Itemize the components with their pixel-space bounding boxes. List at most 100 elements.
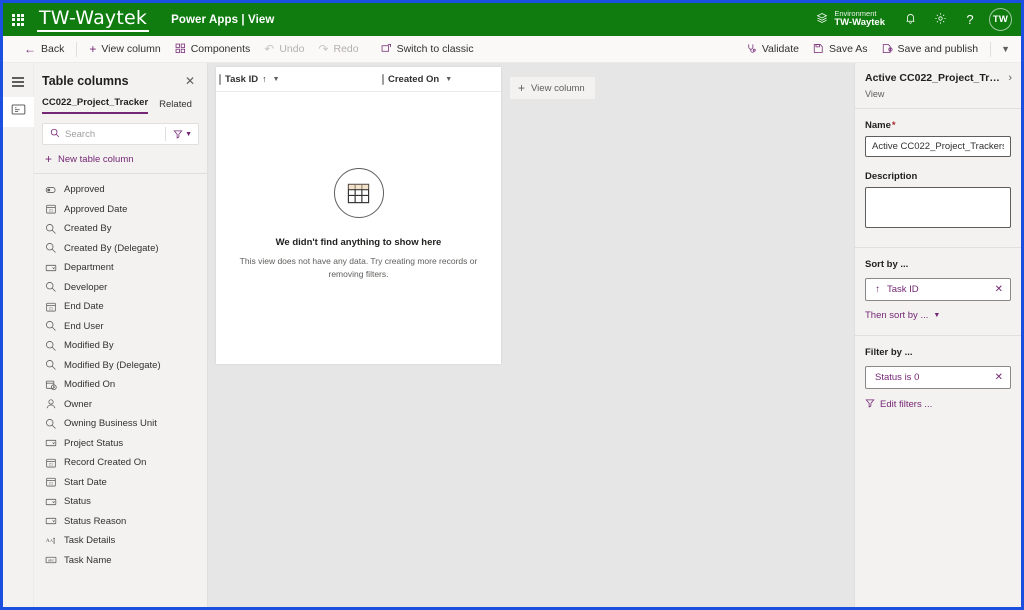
then-sort-by-button[interactable]: Then sort by ... ▼	[865, 310, 1011, 321]
name-input[interactable]	[865, 136, 1011, 157]
column-drag-handle[interactable]	[382, 73, 384, 85]
add-view-column-button[interactable]: + View column	[510, 77, 595, 99]
toggle-icon	[45, 184, 57, 196]
search-box[interactable]: ▼	[42, 123, 199, 145]
remove-filter-icon[interactable]: ✕	[993, 371, 1005, 385]
table-column-label: End User	[64, 320, 104, 332]
notifications-button[interactable]	[895, 3, 925, 36]
left-rail	[3, 63, 34, 607]
save-as-button[interactable]: Save As	[806, 40, 875, 59]
columns-filter-button[interactable]: ▼	[171, 129, 194, 139]
table-column-item[interactable]: Approved	[34, 180, 207, 200]
svg-text:abc: abc	[48, 558, 54, 563]
settings-button[interactable]	[925, 3, 955, 36]
properties-title: Active CC022_Project_Track...	[865, 72, 1005, 84]
close-icon[interactable]: ✕	[183, 73, 197, 89]
table-column-item[interactable]: Modified By	[34, 336, 207, 356]
table-column-label: Approved	[64, 184, 105, 196]
table-column-item[interactable]: Created By	[34, 219, 207, 239]
header-right-cluster: Environment TW-Waytek ? TW	[816, 3, 1021, 36]
command-overflow-button[interactable]: ▼	[996, 42, 1015, 57]
table-column-label: Task Name	[64, 554, 112, 566]
table-column-item[interactable]: Owner	[34, 395, 207, 415]
back-button[interactable]: ← Back	[17, 40, 71, 58]
svg-text:21: 21	[49, 306, 53, 310]
search-input[interactable]	[65, 128, 161, 140]
avatar[interactable]: TW	[989, 8, 1012, 31]
grid-column-created-on[interactable]: Created On ▼	[379, 67, 500, 91]
properties-header-top: Active CC022_Project_Track... ›	[865, 72, 1012, 84]
undo-button[interactable]: ↶ Undo	[257, 40, 311, 58]
filter-pill-label: Status is 0	[875, 372, 920, 383]
redo-button[interactable]: ↷ Redo	[311, 40, 365, 58]
table-column-item[interactable]: Owning Business Unit	[34, 414, 207, 434]
save-and-publish-button[interactable]: Save and publish	[875, 40, 986, 59]
components-button[interactable]: Components	[168, 40, 258, 59]
table-column-label: End Date	[64, 301, 104, 313]
choice-icon	[45, 437, 57, 449]
grid-column-task-id[interactable]: Task ID ↑ ▼	[216, 67, 379, 91]
view-designer-canvas: Task ID ↑ ▼ Created On ▼ We didn't find …	[208, 63, 854, 607]
table-column-label: Created By (Delegate)	[64, 242, 159, 254]
table-column-item[interactable]: Status	[34, 492, 207, 512]
filter-by-section: Filter by ... Status is 0 ✕ Edit filters…	[855, 336, 1021, 425]
table-columns-tabs: CC022_Project_Tracker Related	[34, 95, 207, 114]
table-column-item[interactable]: Created By (Delegate)	[34, 239, 207, 259]
validate-button[interactable]: Validate	[739, 40, 806, 59]
view-grid: Task ID ↑ ▼ Created On ▼ We didn't find …	[216, 67, 501, 364]
app-title: Power Apps | View	[171, 13, 275, 26]
sort-pill-task-id[interactable]: ↑ Task ID ✕	[865, 278, 1011, 301]
properties-header: Active CC022_Project_Track... › View	[855, 63, 1021, 109]
table-column-item[interactable]: Department	[34, 258, 207, 278]
table-column-item[interactable]: 21 Start Date	[34, 473, 207, 493]
chevron-right-icon[interactable]: ›	[1004, 72, 1012, 84]
table-column-item[interactable]: Status Reason	[34, 512, 207, 532]
chevron-down-icon[interactable]: ▼	[273, 76, 280, 83]
table-column-list[interactable]: Approved 21 Approved Date Created By Created…	[34, 174, 207, 607]
table-column-item[interactable]: End User	[34, 317, 207, 337]
components-icon	[175, 43, 186, 56]
app-launcher-button[interactable]	[3, 3, 33, 36]
filter-icon	[865, 398, 875, 411]
search-divider	[165, 127, 167, 141]
brand-logo[interactable]: TW-Waytek	[37, 7, 150, 32]
edit-filters-button[interactable]: Edit filters ...	[865, 398, 1011, 411]
table-column-item[interactable]: abc Task Name	[34, 551, 207, 571]
app-window: TW-Waytek Power Apps | View Environment …	[3, 3, 1021, 607]
new-table-column-button[interactable]: + New table column	[34, 145, 207, 174]
help-button[interactable]: ?	[955, 3, 985, 36]
table-column-item[interactable]: Project Status	[34, 434, 207, 454]
tab-table-columns[interactable]: CC022_Project_Tracker	[42, 95, 149, 114]
svg-text:21: 21	[49, 209, 53, 213]
table-columns-panel: Table columns ✕ CC022_Project_Tracker Re…	[34, 63, 208, 607]
chevron-down-icon[interactable]: ▼	[445, 76, 452, 83]
table-columns-header: Table columns ✕	[34, 63, 207, 95]
table-column-item[interactable]: Modified By (Delegate)	[34, 356, 207, 376]
command-bar-right: Validate Save As Save and publish ▼	[739, 40, 1015, 59]
app-body: Table columns ✕ CC022_Project_Tracker Re…	[3, 63, 1021, 607]
choice-icon	[45, 262, 57, 274]
column-drag-handle[interactable]	[219, 73, 221, 85]
tab-related[interactable]: Related	[159, 97, 192, 114]
rail-columns-button[interactable]	[3, 97, 34, 127]
arrow-left-icon: ←	[24, 42, 36, 56]
view-column-button[interactable]: + View column	[82, 40, 167, 58]
environment-selector[interactable]: Environment TW-Waytek	[816, 9, 895, 30]
empty-state-title: We didn't find anything to show here	[275, 237, 442, 249]
table-column-item[interactable]: A A Task Details	[34, 531, 207, 551]
calendar-icon: 21	[45, 476, 57, 488]
plus-icon: +	[518, 81, 526, 95]
table-column-item[interactable]: 21 End Date	[34, 297, 207, 317]
table-column-item[interactable]: Developer	[34, 278, 207, 298]
redo-label: Redo	[333, 43, 359, 55]
remove-sort-icon[interactable]: ✕	[993, 283, 1005, 297]
plus-icon: +	[45, 152, 53, 166]
switch-to-classic-button[interactable]: Switch to classic	[374, 40, 481, 59]
filter-pill-status[interactable]: Status is 0 ✕	[865, 366, 1011, 389]
table-column-item[interactable]: 21 Approved Date	[34, 200, 207, 220]
rail-menu-button[interactable]	[3, 67, 34, 97]
table-column-item[interactable]: Modified On	[34, 375, 207, 395]
table-column-label: Project Status	[64, 437, 124, 449]
description-textarea[interactable]	[865, 187, 1011, 228]
table-column-item[interactable]: 21 Record Created On	[34, 453, 207, 473]
